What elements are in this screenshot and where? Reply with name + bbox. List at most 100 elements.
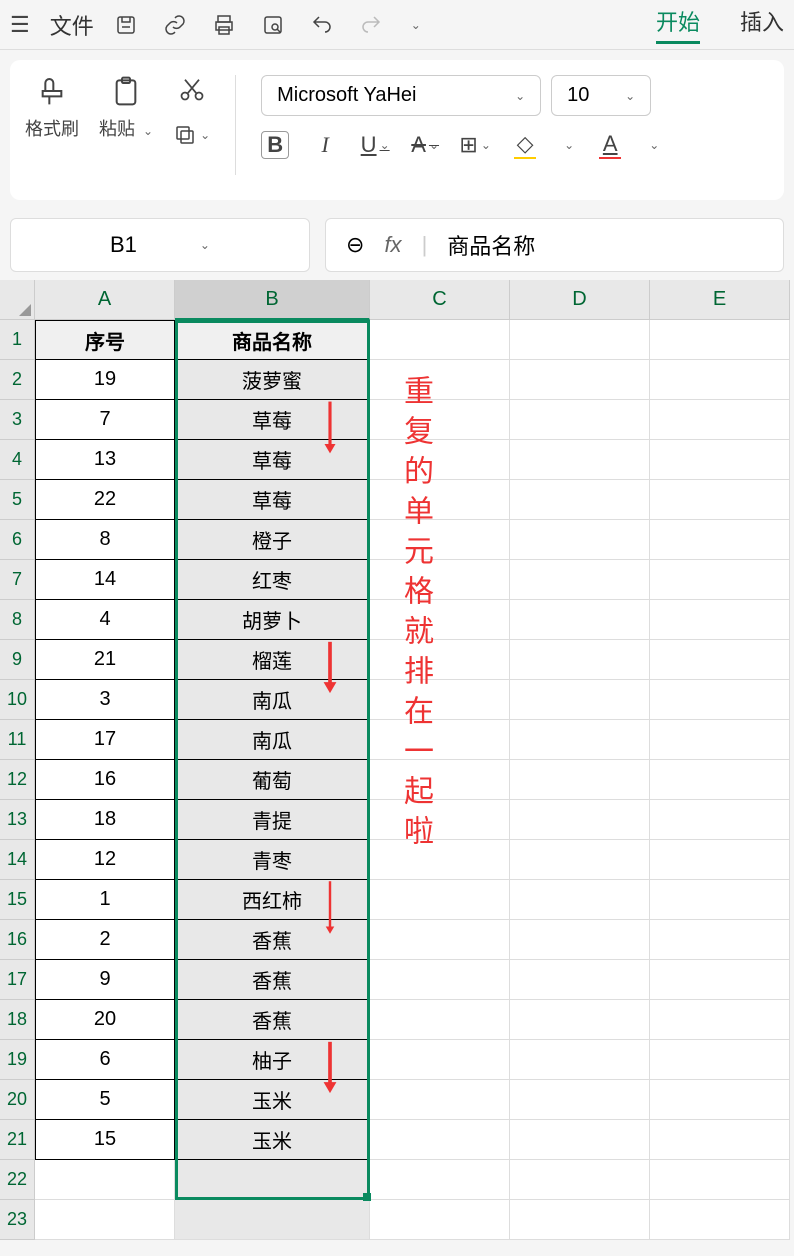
cell[interactable] xyxy=(650,880,790,920)
cell[interactable] xyxy=(510,640,650,680)
cell[interactable]: 玉米 xyxy=(175,1080,370,1120)
cell[interactable] xyxy=(510,520,650,560)
cell[interactable] xyxy=(650,680,790,720)
cell[interactable] xyxy=(650,760,790,800)
cell[interactable]: 榴莲 xyxy=(175,640,370,680)
cell[interactable] xyxy=(370,680,510,720)
cell[interactable]: 青提 xyxy=(175,800,370,840)
tab-start[interactable]: 开始 xyxy=(656,5,700,44)
cell[interactable] xyxy=(650,1120,790,1160)
cell[interactable]: 商品名称 xyxy=(175,320,370,360)
cell[interactable] xyxy=(370,1000,510,1040)
cell[interactable]: 15 xyxy=(35,1120,175,1160)
cell[interactable] xyxy=(370,520,510,560)
cell[interactable] xyxy=(175,1200,370,1240)
cell[interactable] xyxy=(650,600,790,640)
strikethrough-button[interactable]: A⌄ xyxy=(411,131,439,159)
cell[interactable] xyxy=(510,1120,650,1160)
cell[interactable] xyxy=(35,1160,175,1200)
cell[interactable]: 20 xyxy=(35,1000,175,1040)
cell[interactable] xyxy=(510,800,650,840)
cell[interactable]: 3 xyxy=(35,680,175,720)
cell[interactable]: 玉米 xyxy=(175,1120,370,1160)
cell[interactable] xyxy=(510,560,650,600)
row-header[interactable]: 17 xyxy=(0,960,35,1000)
font-name-select[interactable]: Microsoft YaHei ⌄ xyxy=(261,75,541,116)
cell[interactable] xyxy=(510,920,650,960)
cell[interactable] xyxy=(370,600,510,640)
row-header[interactable]: 12 xyxy=(0,760,35,800)
cell[interactable] xyxy=(650,840,790,880)
cell[interactable]: 2 xyxy=(35,920,175,960)
row-header[interactable]: 10 xyxy=(0,680,35,720)
cell[interactable] xyxy=(510,960,650,1000)
cell[interactable] xyxy=(510,1160,650,1200)
cell[interactable]: 香蕉 xyxy=(175,920,370,960)
row-header[interactable]: 23 xyxy=(0,1200,35,1240)
col-header-C[interactable]: C xyxy=(370,280,510,320)
format-painter-button[interactable]: 格式刷 xyxy=(25,75,79,141)
hamburger-icon[interactable]: ☰ xyxy=(10,12,30,38)
cut-icon[interactable] xyxy=(178,75,206,103)
row-header[interactable]: 4 xyxy=(0,440,35,480)
cell[interactable] xyxy=(370,560,510,600)
row-header[interactable]: 22 xyxy=(0,1160,35,1200)
cell[interactable] xyxy=(370,1120,510,1160)
cell[interactable]: 草莓 xyxy=(175,480,370,520)
cell[interactable] xyxy=(370,480,510,520)
cell[interactable] xyxy=(510,1200,650,1240)
cell[interactable] xyxy=(370,880,510,920)
row-header[interactable]: 15 xyxy=(0,880,35,920)
cell[interactable] xyxy=(510,1040,650,1080)
row-header[interactable]: 19 xyxy=(0,1040,35,1080)
cell[interactable] xyxy=(510,600,650,640)
cell[interactable] xyxy=(650,560,790,600)
cell[interactable] xyxy=(370,840,510,880)
preview-icon[interactable] xyxy=(261,13,285,37)
cell[interactable] xyxy=(650,1080,790,1120)
font-size-select[interactable]: 10 ⌄ xyxy=(551,75,651,116)
cell[interactable] xyxy=(370,720,510,760)
row-header[interactable]: 2 xyxy=(0,360,35,400)
cell[interactable]: 14 xyxy=(35,560,175,600)
cell[interactable] xyxy=(510,480,650,520)
cell[interactable]: 青枣 xyxy=(175,840,370,880)
cell[interactable] xyxy=(175,1160,370,1200)
row-header[interactable]: 13 xyxy=(0,800,35,840)
cell[interactable] xyxy=(370,1200,510,1240)
undo-icon[interactable] xyxy=(310,13,334,37)
row-header[interactable]: 11 xyxy=(0,720,35,760)
cell[interactable] xyxy=(370,960,510,1000)
cell[interactable] xyxy=(510,680,650,720)
cell[interactable]: 橙子 xyxy=(175,520,370,560)
cell[interactable]: 18 xyxy=(35,800,175,840)
copy-button[interactable]: ⌄ xyxy=(173,123,210,147)
cell[interactable] xyxy=(650,920,790,960)
border-button[interactable]: ⊞⌄ xyxy=(461,131,489,159)
cell[interactable] xyxy=(650,640,790,680)
cell[interactable] xyxy=(510,880,650,920)
cell[interactable]: 菠萝蜜 xyxy=(175,360,370,400)
cell[interactable]: 19 xyxy=(35,360,175,400)
cell[interactable] xyxy=(510,440,650,480)
cell[interactable] xyxy=(370,1040,510,1080)
cell[interactable] xyxy=(370,440,510,480)
col-header-D[interactable]: D xyxy=(510,280,650,320)
col-header-E[interactable]: E xyxy=(650,280,790,320)
cell[interactable] xyxy=(650,400,790,440)
cell[interactable] xyxy=(35,1200,175,1240)
cell[interactable]: 序号 xyxy=(35,320,175,360)
cancel-icon[interactable]: ⊖ xyxy=(346,232,364,258)
cell[interactable] xyxy=(650,440,790,480)
cell[interactable]: 柚子 xyxy=(175,1040,370,1080)
cell[interactable] xyxy=(510,1000,650,1040)
cell[interactable] xyxy=(510,720,650,760)
cell[interactable] xyxy=(510,360,650,400)
cell[interactable] xyxy=(650,520,790,560)
row-header[interactable]: 21 xyxy=(0,1120,35,1160)
tab-insert[interactable]: 插入 xyxy=(740,5,784,44)
row-header[interactable]: 7 xyxy=(0,560,35,600)
cell[interactable]: 21 xyxy=(35,640,175,680)
cell[interactable] xyxy=(650,360,790,400)
row-header[interactable]: 14 xyxy=(0,840,35,880)
